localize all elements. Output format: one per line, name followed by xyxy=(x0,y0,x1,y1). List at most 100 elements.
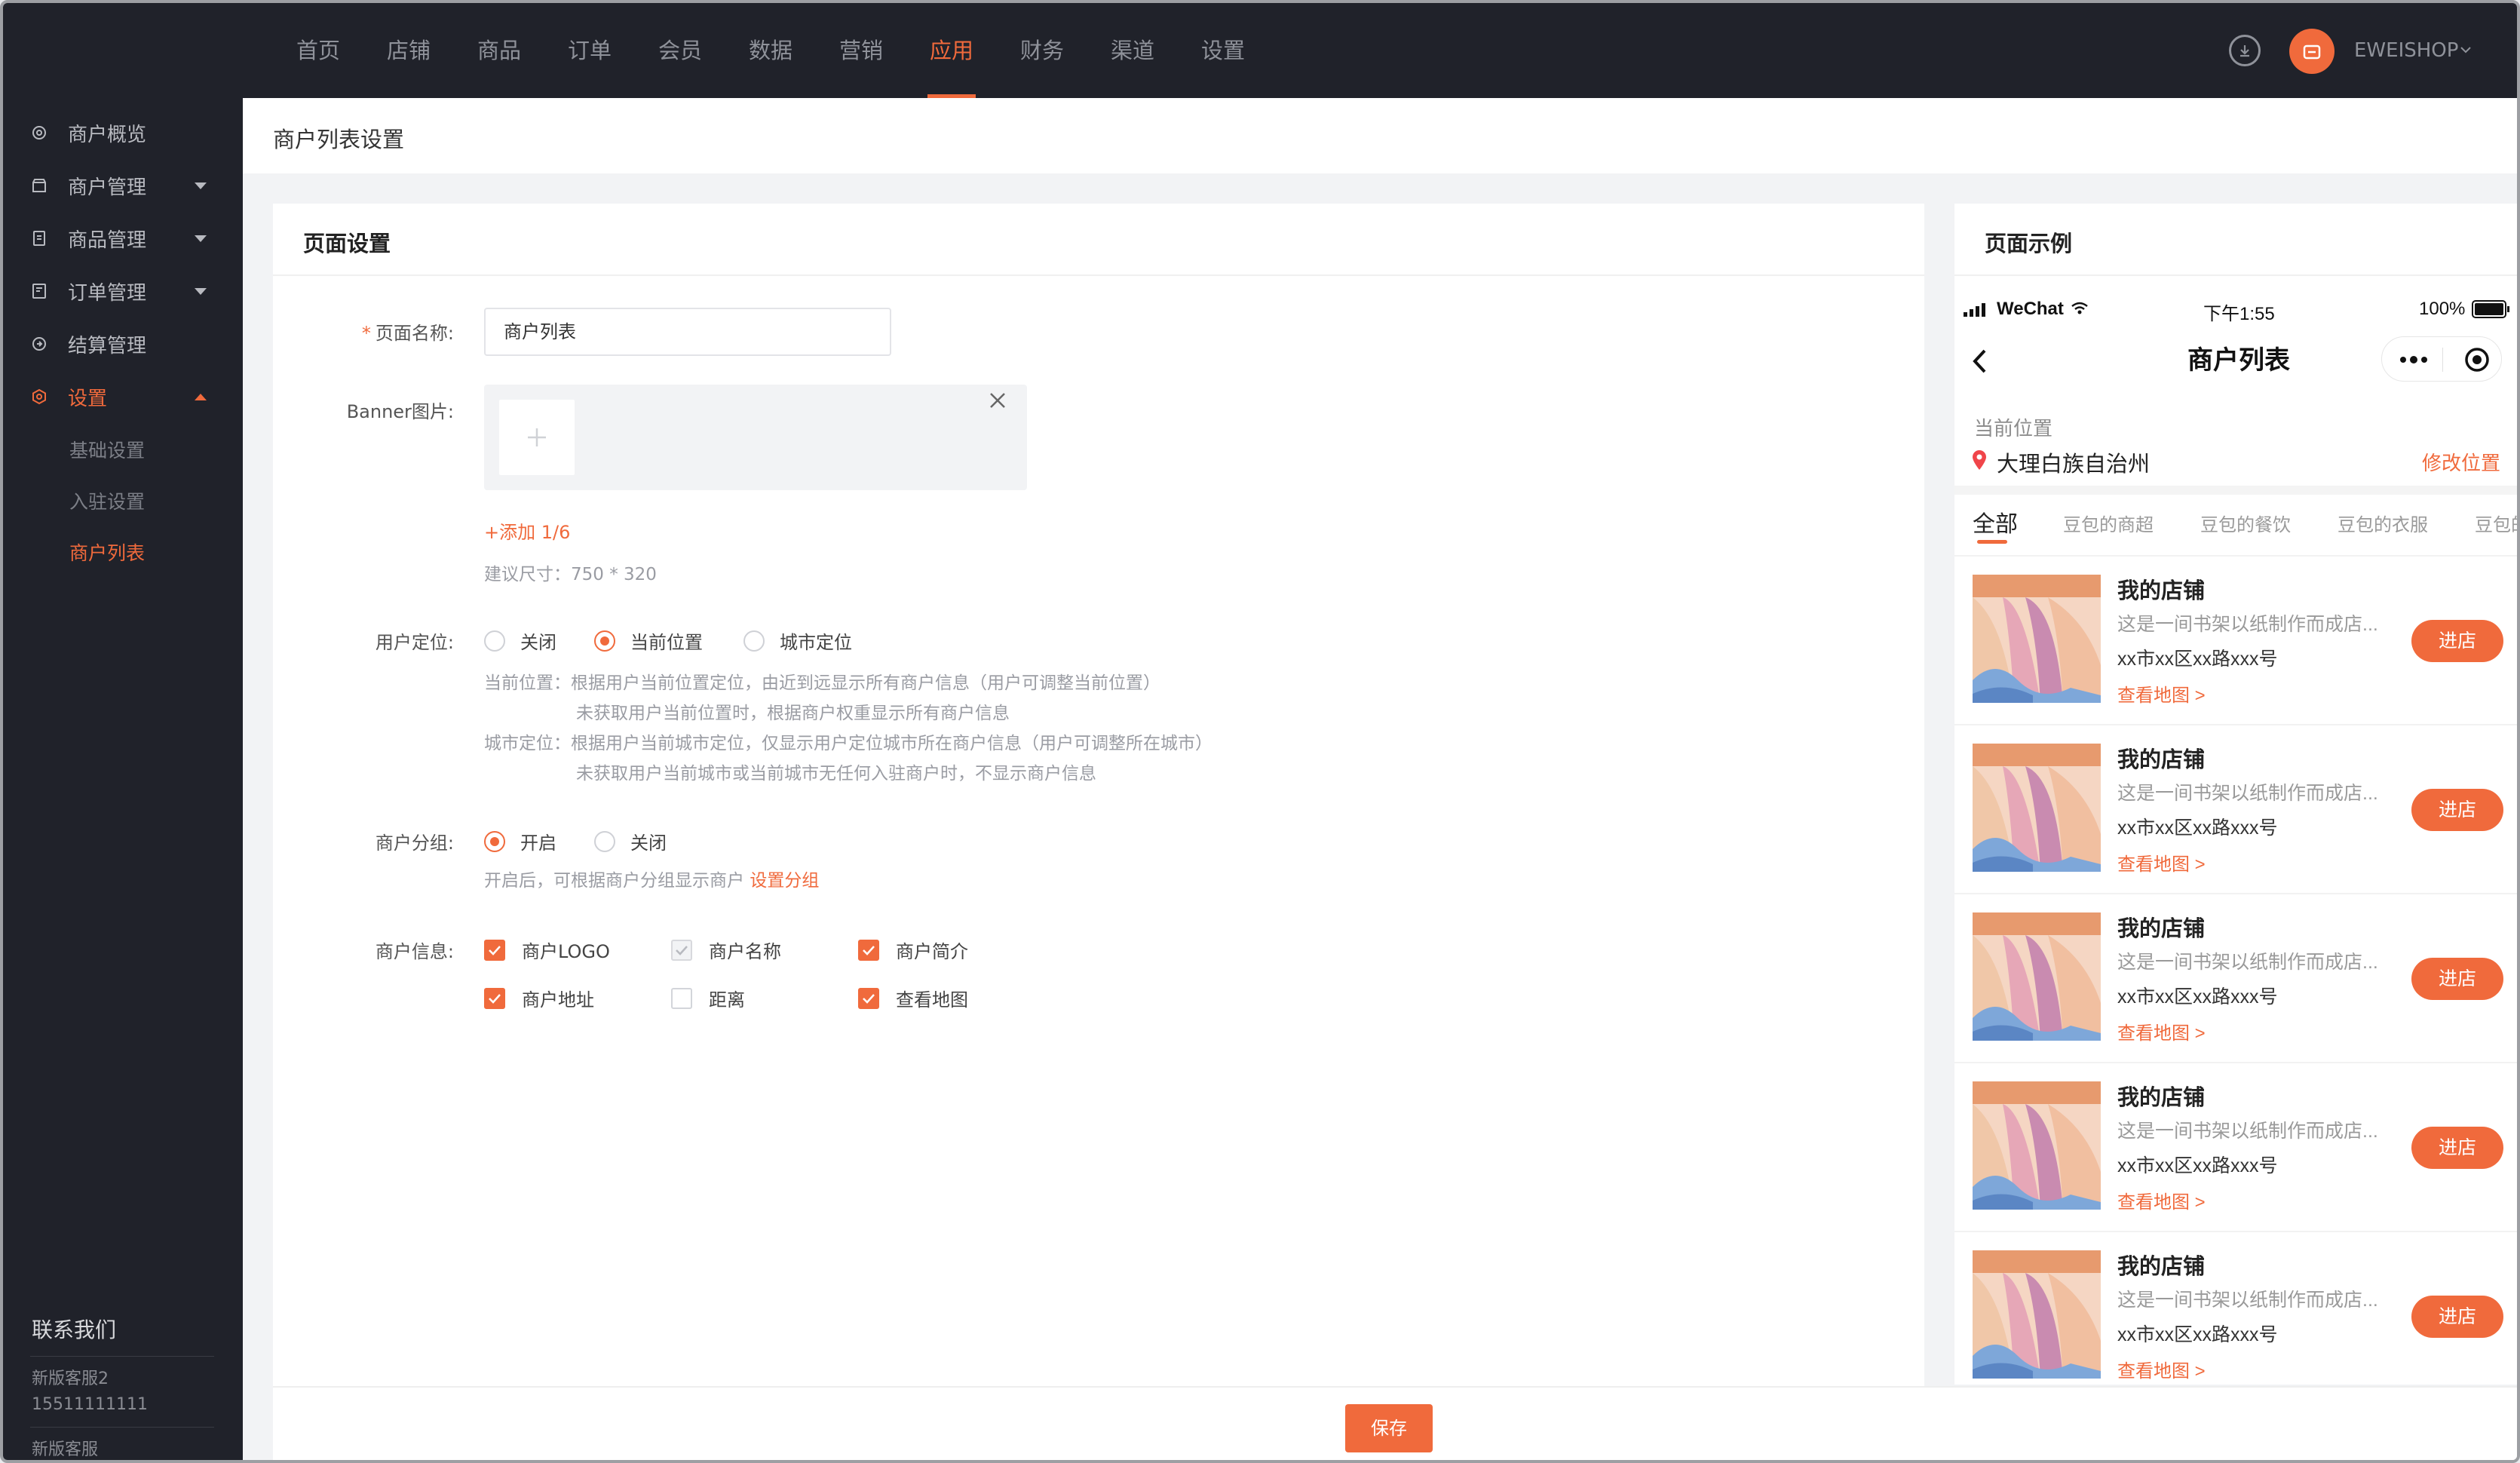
view-map-link[interactable]: 查看地图 > xyxy=(2117,1187,2206,1213)
shop-thumbnail xyxy=(1973,575,2101,703)
add-image-button[interactable] xyxy=(499,400,575,475)
sidebar-item-settings[interactable]: 设置 xyxy=(3,373,243,421)
shop-card[interactable]: 我的店铺 这是一间书架以纸制作而成店... xx市xx区xx路xxx号 查看地图 > 进… xyxy=(1954,893,2517,1062)
sidebar-item-overview[interactable]: 商户概览 xyxy=(3,109,243,157)
close-icon[interactable] xyxy=(988,391,1007,410)
sidebar-item-merchants[interactable]: 商户管理 xyxy=(3,161,243,210)
store-icon xyxy=(2303,44,2321,60)
contact-phone: 15511111111 xyxy=(32,1395,148,1414)
shop-thumbnail xyxy=(1973,1081,2101,1210)
shop-title: 我的店铺 xyxy=(2117,579,2206,603)
tab-food[interactable]: 豆包的餐饮 xyxy=(2200,510,2291,536)
view-map-link[interactable]: 查看地图 > xyxy=(2117,1356,2206,1382)
location-pin-icon xyxy=(1973,450,1986,470)
sidebar: 商户概览 商户管理 商品管理 订单管理 结算管理 设置 基础设置 入驻设置 商户 xyxy=(3,98,243,1460)
more-icon[interactable] xyxy=(2397,352,2430,367)
location-hint: 未获取用户当前位置时，根据商户权重显示所有商户信息 xyxy=(576,704,1010,723)
shop-description: 这是一间书架以纸制作而成店... xyxy=(2117,952,2378,973)
enter-shop-button[interactable]: 进店 xyxy=(2411,1296,2503,1338)
location-radio-city[interactable]: 城市定位 xyxy=(743,627,852,654)
nav-members[interactable]: 会员 xyxy=(635,3,725,98)
radio-ring xyxy=(484,630,505,652)
info-check-map[interactable]: 查看地图 xyxy=(858,985,968,1011)
change-location-link[interactable]: 修改位置 xyxy=(2422,448,2500,476)
settings-icon xyxy=(32,388,46,405)
location-caption: 当前位置 xyxy=(1974,417,2053,440)
shop-card[interactable]: 我的店铺 这是一间书架以纸制作而成店... xx市xx区xx路xxx号 查看地图 > 进… xyxy=(1954,555,2517,724)
page-name-input[interactable]: 商户列表 xyxy=(484,308,891,356)
info-check-address[interactable]: 商户地址 xyxy=(484,985,594,1011)
sidebar-sub-merchant-list[interactable]: 商户列表 xyxy=(69,538,145,566)
close-circle-icon[interactable] xyxy=(2463,346,2491,373)
chevron-down-icon[interactable] xyxy=(2460,45,2472,54)
location-radio-current[interactable]: 当前位置 xyxy=(594,627,703,654)
shop-address: xx市xx区xx路xxx号 xyxy=(2117,1155,2278,1176)
info-check-logo[interactable]: 商户LOGO xyxy=(484,937,610,963)
sidebar-sub-basic[interactable]: 基础设置 xyxy=(69,436,145,463)
caret-up-icon xyxy=(195,394,207,400)
checkbox xyxy=(484,939,505,961)
view-map-link[interactable]: 查看地图 > xyxy=(2117,849,2206,876)
nav-finance[interactable]: 财务 xyxy=(997,3,1087,98)
view-map-link[interactable]: 查看地图 > xyxy=(2117,680,2206,707)
sidebar-item-orders[interactable]: 订单管理 xyxy=(3,267,243,315)
shop-address: xx市xx区xx路xxx号 xyxy=(2117,986,2278,1008)
add-banner-link[interactable]: +添加 1/6 xyxy=(484,517,570,544)
group-hint: 开启后，可根据商户分组显示商户 设置分组 xyxy=(484,871,820,891)
nav-store[interactable]: 店铺 xyxy=(363,3,454,98)
sidebar-item-label: 设置 xyxy=(68,387,108,410)
sidebar-item-settlement[interactable]: 结算管理 xyxy=(3,320,243,368)
set-group-link[interactable]: 设置分组 xyxy=(750,871,819,891)
group-radio-off[interactable]: 关闭 xyxy=(594,828,667,854)
shop-avatar[interactable] xyxy=(2289,29,2335,74)
tab-all[interactable]: 全部 xyxy=(1973,505,2018,538)
top-nav: 首页 店铺 商品 订单 会员 数据 营销 应用 财务 渠道 设置 xyxy=(273,3,1268,98)
enter-shop-button[interactable]: 进店 xyxy=(2411,789,2503,831)
enter-shop-button[interactable]: 进店 xyxy=(2411,620,2503,662)
phone-nav-bar: 商户列表 xyxy=(1954,330,2517,388)
goods-icon xyxy=(33,231,45,246)
tab-indicator xyxy=(1977,540,2007,544)
radio-ring xyxy=(594,630,615,652)
settle-icon xyxy=(32,337,46,351)
shop-thumbnail xyxy=(1973,912,2101,1041)
enter-shop-button[interactable]: 进店 xyxy=(2411,1127,2503,1169)
enter-shop-button[interactable]: 进店 xyxy=(2411,958,2503,1000)
order-icon xyxy=(32,284,46,299)
sidebar-item-goods[interactable]: 商品管理 xyxy=(3,214,243,262)
tab-more[interactable]: 豆包的 xyxy=(2475,510,2517,536)
info-check-intro[interactable]: 商户简介 xyxy=(858,937,968,963)
panel-header: 页面设置 xyxy=(273,204,1924,276)
tab-supermarket[interactable]: 豆包的商超 xyxy=(2063,510,2154,536)
download-icon[interactable] xyxy=(2229,35,2261,66)
nav-marketing[interactable]: 营销 xyxy=(816,3,906,98)
nav-goods[interactable]: 商品 xyxy=(454,3,544,98)
shop-name[interactable]: EWEISHOP xyxy=(2354,3,2458,98)
tab-clothes[interactable]: 豆包的衣服 xyxy=(2338,510,2428,536)
nav-data[interactable]: 数据 xyxy=(725,3,816,98)
sidebar-item-label: 商品管理 xyxy=(68,228,147,252)
shop-card[interactable]: 我的店铺 这是一间书架以纸制作而成店... xx市xx区xx路xxx号 查看地图 > 进… xyxy=(1954,1062,2517,1231)
shop-card[interactable]: 我的店铺 这是一间书架以纸制作而成店... xx市xx区xx路xxx号 查看地图 > 进… xyxy=(1954,1231,2517,1385)
capsule-menu[interactable] xyxy=(2381,336,2502,382)
nav-orders[interactable]: 订单 xyxy=(544,3,635,98)
info-check-distance[interactable]: 距离 xyxy=(671,985,745,1011)
sidebar-sub-onboarding[interactable]: 入驻设置 xyxy=(69,487,145,514)
category-tabs: 全部 豆包的商超 豆包的餐饮 豆包的衣服 豆包的 xyxy=(1954,486,2517,546)
info-label: 商户信息: xyxy=(375,941,454,962)
nav-settings[interactable]: 设置 xyxy=(1178,3,1268,98)
info-check-name[interactable]: 商户名称 xyxy=(671,937,781,963)
signal-icon xyxy=(1964,303,1985,317)
group-radio-on[interactable]: 开启 xyxy=(484,828,556,854)
location-radio-off[interactable]: 关闭 xyxy=(484,627,556,654)
view-map-link[interactable]: 查看地图 > xyxy=(2117,1018,2206,1044)
group-label: 商户分组: xyxy=(375,833,454,854)
nav-home[interactable]: 首页 xyxy=(273,3,363,98)
shop-thumbnail xyxy=(1973,1250,2101,1379)
nav-apps[interactable]: 应用 xyxy=(906,3,997,98)
save-button[interactable]: 保存 xyxy=(1345,1404,1433,1452)
footer-bar: 保存 xyxy=(273,1386,2517,1460)
shop-card[interactable]: 我的店铺 这是一间书架以纸制作而成店... xx市xx区xx路xxx号 查看地图 > 进… xyxy=(1954,724,2517,893)
page-title: 商户列表设置 xyxy=(273,127,405,152)
nav-channels[interactable]: 渠道 xyxy=(1087,3,1178,98)
